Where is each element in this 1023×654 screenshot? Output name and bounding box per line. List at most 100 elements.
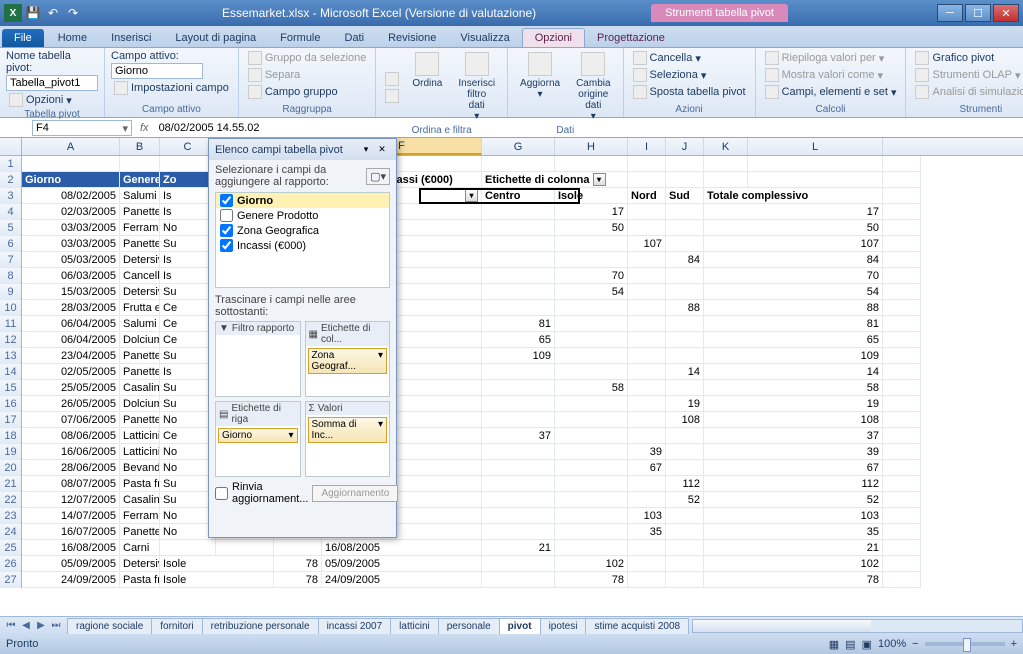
cell[interactable] (666, 556, 704, 572)
cell[interactable]: Latticini (120, 428, 160, 444)
sheet-tab-latticini[interactable]: latticini (390, 618, 439, 634)
row-header-22[interactable]: 22 (0, 492, 22, 508)
cell[interactable]: 112 (666, 476, 704, 492)
field-settings-button[interactable]: Impostazioni campo (111, 80, 232, 96)
cell[interactable]: 67 (704, 460, 883, 476)
cell[interactable]: 05/09/2005 (322, 556, 482, 572)
fields-items-button[interactable]: Campi, elementi e set ▾ (762, 84, 900, 100)
cell[interactable] (482, 476, 555, 492)
cell[interactable] (482, 284, 555, 300)
cell[interactable] (555, 412, 628, 428)
row-header-23[interactable]: 23 (0, 508, 22, 524)
cell[interactable] (555, 508, 628, 524)
save-icon[interactable]: 💾 (24, 4, 42, 22)
row-header-19[interactable]: 19 (0, 444, 22, 460)
restore-button[interactable]: ☐ (965, 4, 991, 22)
whatif-button[interactable]: Analisi di simulazione ▾ (912, 84, 1023, 100)
fieldlist-close-button[interactable]: ✕ (374, 142, 390, 157)
tab-design[interactable]: Progettazione (585, 29, 677, 47)
col-header-I[interactable]: I (628, 138, 666, 155)
cell[interactable]: 58 (555, 380, 628, 396)
sheet-nav-first[interactable]: ⏮ (4, 620, 18, 631)
cell[interactable]: 102 (704, 556, 883, 572)
cell[interactable] (628, 492, 666, 508)
cell[interactable] (666, 284, 704, 300)
cell[interactable] (666, 204, 704, 220)
cell[interactable]: 102 (555, 556, 628, 572)
cell[interactable]: 81 (482, 316, 555, 332)
cell[interactable]: 58 (704, 380, 883, 396)
cell[interactable]: 78 (274, 572, 322, 588)
cell[interactable] (628, 300, 666, 316)
cell[interactable] (666, 444, 704, 460)
cell[interactable]: 107 (628, 236, 666, 252)
cell[interactable]: Bevande analcoliche (120, 460, 160, 476)
col-header-K[interactable]: K (704, 138, 748, 155)
cell[interactable]: 07/06/2005 (22, 412, 120, 428)
cell[interactable] (555, 316, 628, 332)
update-button[interactable]: Aggiornamento (312, 485, 398, 502)
cell[interactable] (883, 172, 921, 188)
row-header-13[interactable]: 13 (0, 348, 22, 364)
cell[interactable] (666, 524, 704, 540)
cell[interactable]: 37 (482, 428, 555, 444)
cell[interactable]: 05/03/2005 (22, 252, 120, 268)
cell[interactable]: 06/03/2005 (22, 268, 120, 284)
cell[interactable] (628, 540, 666, 556)
tab-insert[interactable]: Inserisci (99, 29, 163, 47)
row-header-24[interactable]: 24 (0, 524, 22, 540)
cell[interactable] (555, 364, 628, 380)
cell[interactable] (883, 572, 921, 588)
row-header-8[interactable]: 8 (0, 268, 22, 284)
undo-icon[interactable]: ↶ (44, 4, 62, 22)
cell[interactable] (482, 556, 555, 572)
cell[interactable] (482, 572, 555, 588)
cell[interactable] (666, 236, 704, 252)
field-giorno[interactable]: Giorno (216, 193, 389, 208)
cell[interactable] (482, 380, 555, 396)
select-button[interactable]: Seleziona ▾ (630, 67, 749, 83)
sort-button[interactable]: Ordina (406, 50, 448, 124)
sheet-tab-ragione-sociale[interactable]: ragione sociale (67, 618, 152, 634)
cell[interactable] (628, 172, 666, 188)
cell[interactable] (555, 332, 628, 348)
cell[interactable] (555, 300, 628, 316)
cell[interactable] (883, 252, 921, 268)
sheet-tab-incassi-2007[interactable]: incassi 2007 (318, 618, 392, 634)
cell[interactable] (482, 252, 555, 268)
cell[interactable] (482, 412, 555, 428)
cell[interactable]: 103 (704, 508, 883, 524)
cell[interactable]: 19 (666, 396, 704, 412)
tab-review[interactable]: Revisione (376, 29, 448, 47)
row-header-12[interactable]: 12 (0, 332, 22, 348)
cell[interactable] (883, 348, 921, 364)
cell[interactable] (628, 268, 666, 284)
cell[interactable] (628, 396, 666, 412)
cell[interactable]: 14/07/2005 (22, 508, 120, 524)
cell[interactable]: 28/06/2005 (22, 460, 120, 476)
row-header-2[interactable]: 2 (0, 172, 22, 188)
cell[interactable] (628, 412, 666, 428)
zoom-out-button[interactable]: − (912, 638, 918, 650)
cell[interactable]: Centro (482, 188, 555, 204)
cell[interactable] (555, 428, 628, 444)
cell[interactable]: Detersivi (120, 252, 160, 268)
col-header-B[interactable]: B (120, 138, 160, 155)
cell[interactable]: Panetteria (120, 204, 160, 220)
field-checkbox[interactable] (220, 224, 233, 237)
cell[interactable]: 107 (704, 236, 883, 252)
row-header-16[interactable]: 16 (0, 396, 22, 412)
col-header-J[interactable]: J (666, 138, 704, 155)
cell[interactable] (482, 444, 555, 460)
field-checkbox[interactable] (220, 209, 233, 222)
cell[interactable]: Panetteria (120, 348, 160, 364)
cell[interactable]: 50 (555, 220, 628, 236)
cell[interactable] (628, 572, 666, 588)
options-button[interactable]: Opzioni ▾ (6, 92, 98, 108)
cell[interactable] (883, 268, 921, 284)
field-zona-geografica[interactable]: Zona Geografica (216, 223, 389, 238)
cell[interactable] (883, 380, 921, 396)
cell[interactable] (883, 524, 921, 540)
defer-update-checkbox[interactable] (215, 487, 228, 500)
group-selection-button[interactable]: Gruppo da selezione (245, 50, 370, 66)
